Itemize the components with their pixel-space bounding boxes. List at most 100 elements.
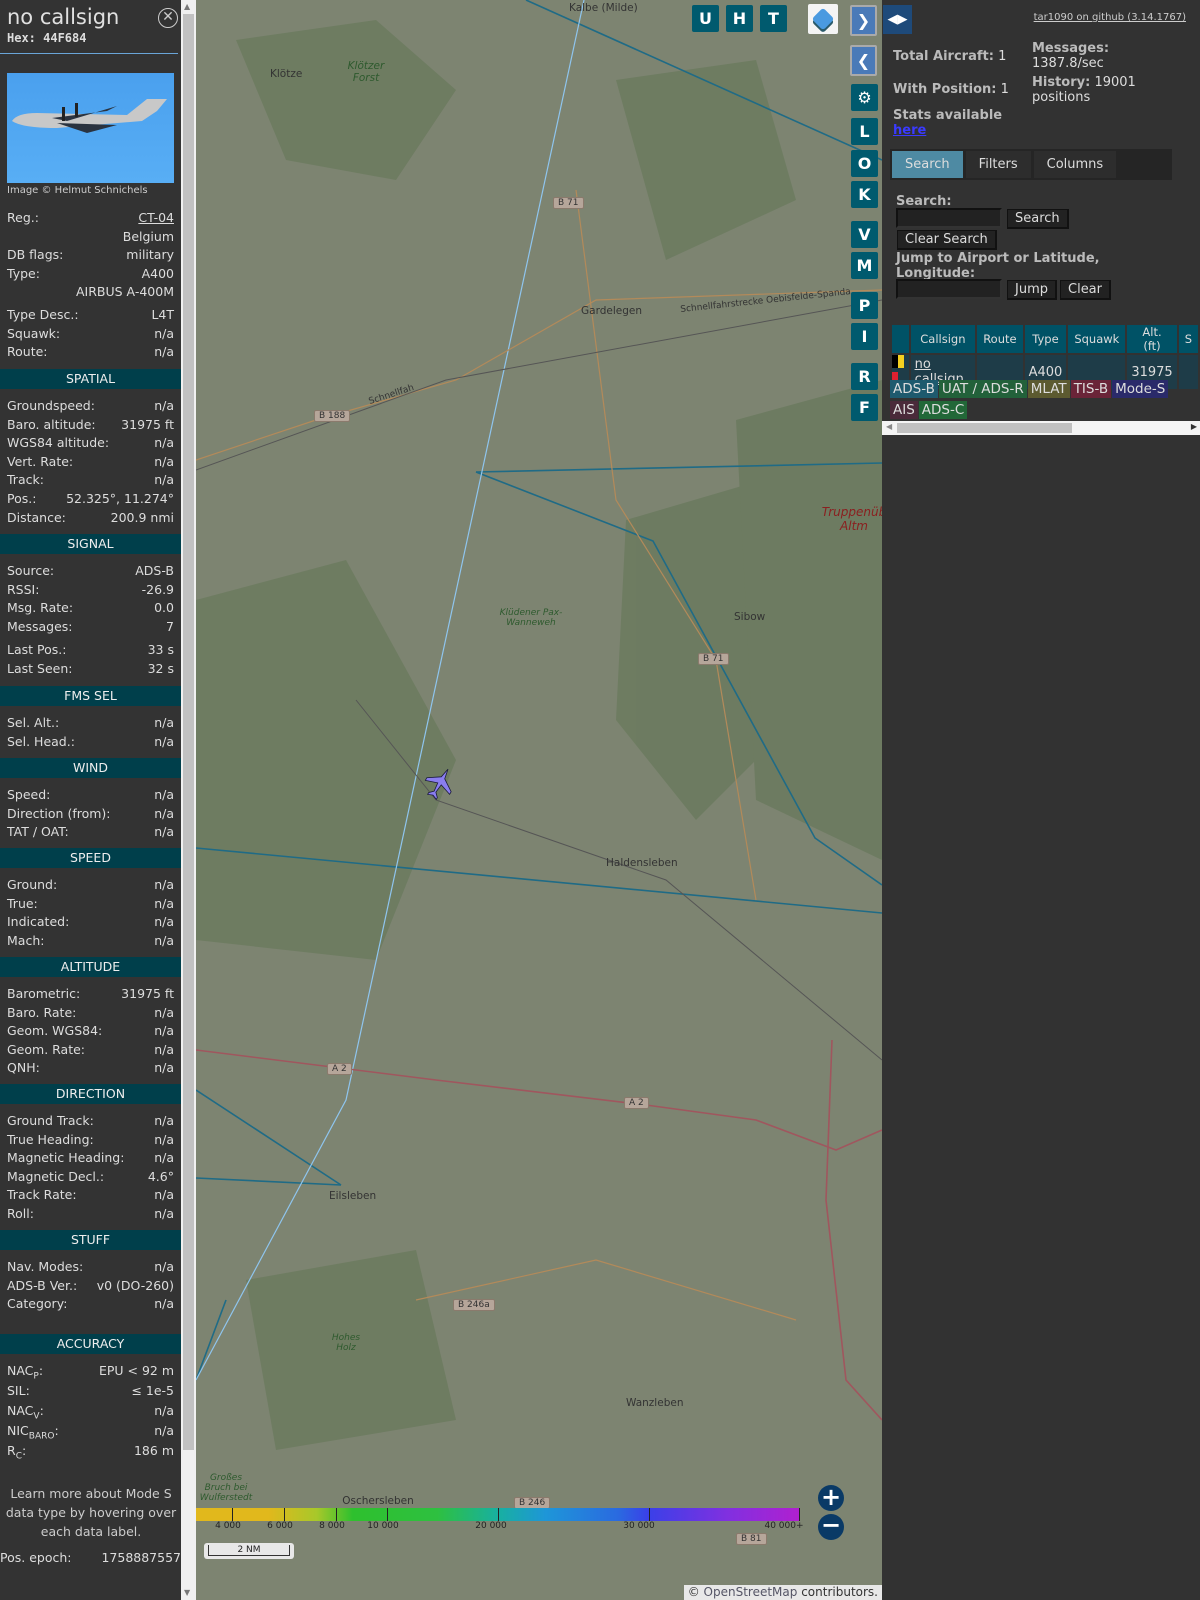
clear-button[interactable]: Clear [1060,280,1111,300]
row-value: n/a [154,325,174,341]
stats-link[interactable]: here [893,123,926,138]
detail-row: Geom. WGS84: n/a [0,1022,181,1041]
zoom-in-button[interactable]: + [818,1485,844,1511]
toggle-v-button[interactable]: V [851,221,878,248]
col-flag[interactable] [892,325,909,353]
row-label: True: [7,895,38,911]
photo-credit: Image © Helmut Schnichels [7,185,148,196]
detail-scrollbar[interactable]: ▲ ▼ [181,0,196,1600]
detail-row: Ground: n/a [0,876,181,895]
search-input[interactable] [896,208,1002,228]
detail-row: Pos.: 52.325°, 11.274° [0,490,181,509]
toggle-u-button[interactable]: U [692,5,719,32]
layers-button[interactable] [808,4,838,34]
detail-row: Roll: n/a [0,1205,181,1224]
section-header: STUFF [0,1230,181,1250]
close-icon[interactable]: ✕ [158,8,178,28]
toggle-h-button[interactable]: H [726,5,753,32]
github-link[interactable]: tar1090 on github (3.14.1767) [1034,12,1186,23]
row-label: Route: [7,344,48,360]
row-label: Squawk: [7,325,61,341]
col-type[interactable]: Type [1024,325,1067,353]
aircraft-list-panel: ◀▶ tar1090 on github (3.14.1767) Total A… [882,0,1200,1600]
row-label: Reg.: [7,210,39,225]
scale-tick-label: 4 000 [215,1521,241,1531]
search-button[interactable]: Search [1007,209,1069,229]
tab-columns[interactable]: Columns [1033,151,1117,178]
toggle-t-button[interactable]: T [760,5,787,32]
section-accuracy: ACCURACY NACP: EPU < 92 m SIL: ≤ 1e-5 NACV: n/… [0,1334,181,1462]
row-label: SIL: [7,1383,30,1399]
toggle-k-button[interactable]: K [851,181,878,208]
toggle-p-button[interactable]: P [851,292,878,319]
osm-link[interactable]: OpenStreetMap [704,1585,798,1599]
selected-callsign: no callsign [7,5,120,29]
place-label: Klötzer Forst [347,60,385,84]
toggle-o-button[interactable]: O [851,150,878,177]
row-value: 52.325°, 11.274° [66,490,174,506]
toggle-r-button[interactable]: R [851,363,878,390]
toggle-f-button[interactable]: F [851,394,878,421]
row-label: TAT / OAT: [7,824,69,840]
label-subscript: V [33,1411,40,1422]
place-label: Wanzleben [626,1397,684,1409]
col-speed[interactable]: S [1178,325,1198,353]
col-squawk[interactable]: Squawk [1068,325,1126,353]
jump-button[interactable]: Jump [1007,280,1057,300]
detail-row: Messages: 7 [0,618,181,637]
detail-row: Barometric: 31975 ft [0,985,181,1004]
row-value: n/a [154,805,174,821]
jump-input[interactable] [896,279,1002,299]
toggle-l-button[interactable]: L [851,118,878,145]
detail-row: Magnetic Heading: n/a [0,1149,181,1168]
collapse-left-icon[interactable]: ❮ [850,45,877,76]
detail-row: AIRBUS A-400M [0,283,181,302]
stat-label: Total Aircraft: [893,49,994,64]
registration-link[interactable]: CT-04 [138,209,174,228]
label-text: NAC [7,1403,34,1419]
clear-search-button[interactable]: Clear Search [897,230,997,250]
detail-row: DB flags: military [0,246,181,265]
detail-row: Category: n/a [0,1295,181,1314]
detail-row: Groundspeed: n/a [0,397,181,416]
aircraft-photo[interactable] [7,73,174,183]
aircraft-detail-panel: no callsign Hex: 44F684 ✕ Image © Helmut… [0,0,181,1600]
stat-label: With Position: [893,82,997,97]
row-value: 0.0 [154,600,174,616]
row-value: n/a [154,914,174,930]
source-mlat: MLAT [1027,380,1070,398]
row-label: DB flags: [7,247,64,263]
stats-label: Stats available [893,108,1003,123]
scale-tick-label: 30 000 [623,1521,655,1531]
expand-right-icon[interactable]: ❯ [850,5,877,36]
table-scrollbar[interactable]: ◀ ▶ [882,421,1200,435]
map[interactable]: Kalbe (Milde) Klötze Klötzer Forst Garde… [196,0,882,1600]
row-label: Roll: [7,1205,34,1221]
col-callsign[interactable]: Callsign [910,325,976,353]
row-value: AIRBUS A-400M [76,284,174,300]
row-label: Ground Track: [7,1113,94,1128]
tab-search[interactable]: Search [892,151,963,178]
settings-gear-icon[interactable]: ⚙ [851,84,878,111]
tab-filters[interactable]: Filters [965,151,1031,178]
row-label: RC: [7,1443,27,1462]
source-ais: AIS [890,401,918,419]
jump-label: Jump to Airport or Latitude, Longitude: [896,251,1100,281]
detail-row: Nav. Modes: n/a [0,1258,181,1277]
row-label: Vert. Rate: [7,453,74,469]
row-value: n/a [154,1023,174,1039]
toggle-m-button[interactable]: M [851,252,878,279]
row-label: Type Desc.: [7,306,79,322]
detail-row: Track Rate: n/a [0,1186,181,1205]
zoom-out-button[interactable]: − [818,1513,844,1540]
place-label: Hohes Holz [331,1333,361,1353]
row-value: -26.9 [141,581,174,597]
row-label: Msg. Rate: [7,600,74,616]
toggle-sidebar-button[interactable]: ◀▶ [883,5,912,34]
row-value: 186 m [133,1443,174,1459]
place-label: Haldensleben [606,857,678,869]
row-value: n/a [154,932,174,948]
toggle-i-button[interactable]: I [851,323,878,350]
col-route[interactable]: Route [977,325,1023,353]
col-altitude[interactable]: Alt. (ft) [1127,325,1177,353]
